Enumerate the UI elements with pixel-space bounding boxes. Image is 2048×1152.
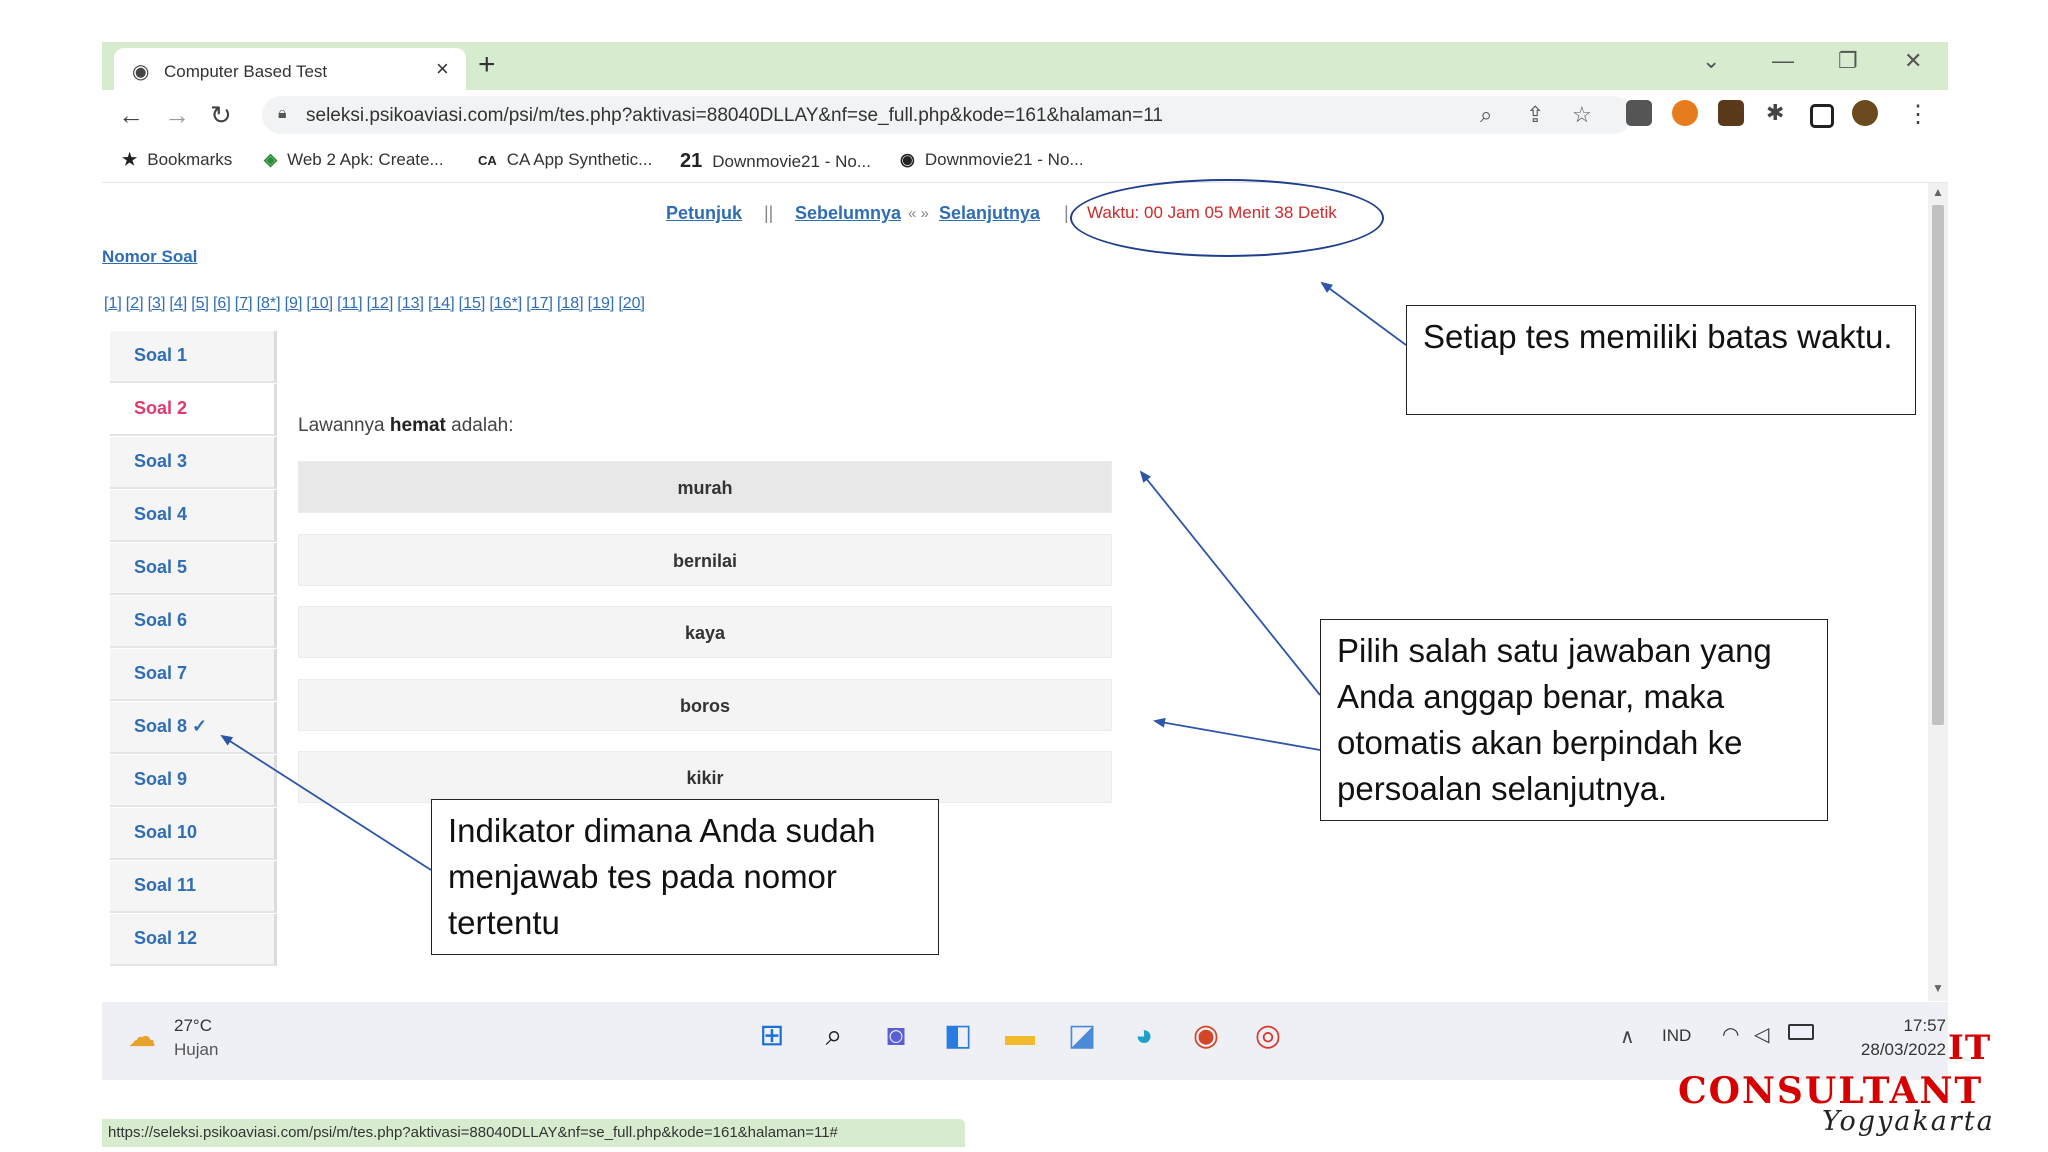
option-arrow-lower [1153,717,1321,751]
logo-city: Yogyakarta [1822,1106,1995,1137]
option-arrow-upper [1139,470,1321,696]
logo-it: IT [1948,1028,1992,1068]
callout-time-limit: Setiap tes memiliki batas waktu. [1406,305,1916,415]
callout-answer-hint: Pilih salah satu jawaban yang Anda angga… [1320,619,1828,821]
indicator-arrow [220,734,432,871]
timer-arrow [1320,281,1407,346]
annotation-arrows [220,281,1407,871]
callout-indicator-hint: Indikator dimana Anda sudah menjawab tes… [431,799,939,955]
